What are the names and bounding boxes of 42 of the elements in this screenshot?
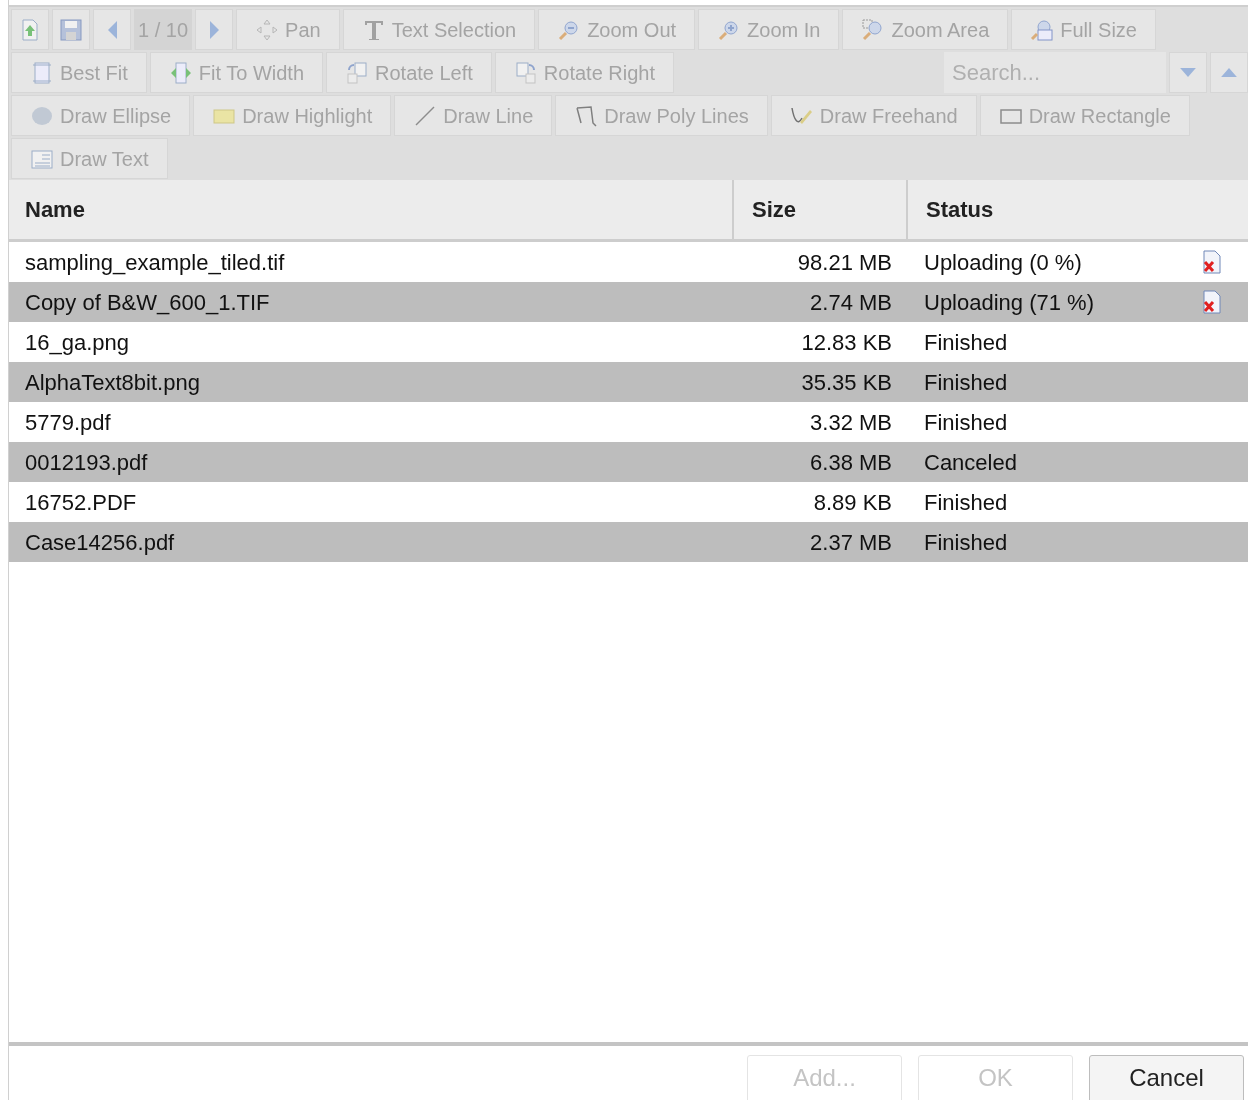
cancel-file-icon[interactable] <box>1202 250 1222 274</box>
dialog-button[interactable]: Cancel <box>1089 1055 1244 1100</box>
polyline-icon <box>574 103 599 128</box>
column-header[interactable]: Size <box>734 180 908 239</box>
down-triangle-icon <box>1180 68 1196 77</box>
table-cell-text: 98.21 MB <box>796 248 893 277</box>
line-icon <box>413 103 438 128</box>
column-header[interactable]: Status <box>908 180 1248 239</box>
table-cell-text: 16_ga.png <box>24 328 130 357</box>
cancel-file-icon[interactable] <box>1202 290 1222 314</box>
table-cell-text: 6.38 MB <box>809 448 893 477</box>
table-cell-text: Finished <box>923 528 1009 557</box>
table-cell-text: Finished <box>923 408 1009 437</box>
table-cell-text: 16752.PDF <box>24 488 138 517</box>
right-triangle-icon <box>209 20 219 39</box>
table-cell-text: 2.37 MB <box>809 528 893 557</box>
table-cell-text: Uploading (71 %) <box>923 288 1095 317</box>
table-cell-text: Uploading (0 %) <box>923 248 1083 277</box>
table-cell-text: 0012193.pdf <box>24 448 149 477</box>
table-cell-text: Canceled <box>923 448 1018 477</box>
table-cell-text: AlphaText8bit.png <box>24 368 201 397</box>
page-frame-icon <box>30 60 54 85</box>
table-cell-text: Finished <box>923 328 1009 357</box>
table-cell-text: 3.32 MB <box>809 408 893 437</box>
table-cell-text: Case14256.pdf <box>24 528 176 557</box>
table-cell-text: Copy of B&W_600_1.TIF <box>24 288 271 317</box>
move-arrows-icon <box>255 17 280 42</box>
table-cell-text: Finished <box>923 488 1009 517</box>
rotate-right-icon <box>513 60 538 85</box>
table-cell-text: Finished <box>923 368 1009 397</box>
table-cell-text: 8.89 KB <box>812 488 893 517</box>
column-header[interactable]: Name <box>9 180 734 239</box>
table-cell-text: 2.74 MB <box>809 288 893 317</box>
up-triangle-icon <box>1221 68 1237 77</box>
table-cell-text: 35.35 KB <box>800 368 893 397</box>
save-icon <box>59 17 83 42</box>
table-cell-text: 12.83 KB <box>800 328 893 357</box>
table-cell-text: sampling_example_tiled.tif <box>24 248 286 277</box>
magnifier-one-to-one-icon <box>1030 17 1055 42</box>
table-cell-text: 5779.pdf <box>24 408 112 437</box>
rotate-left-icon <box>345 60 369 85</box>
left-triangle-icon <box>107 20 117 39</box>
